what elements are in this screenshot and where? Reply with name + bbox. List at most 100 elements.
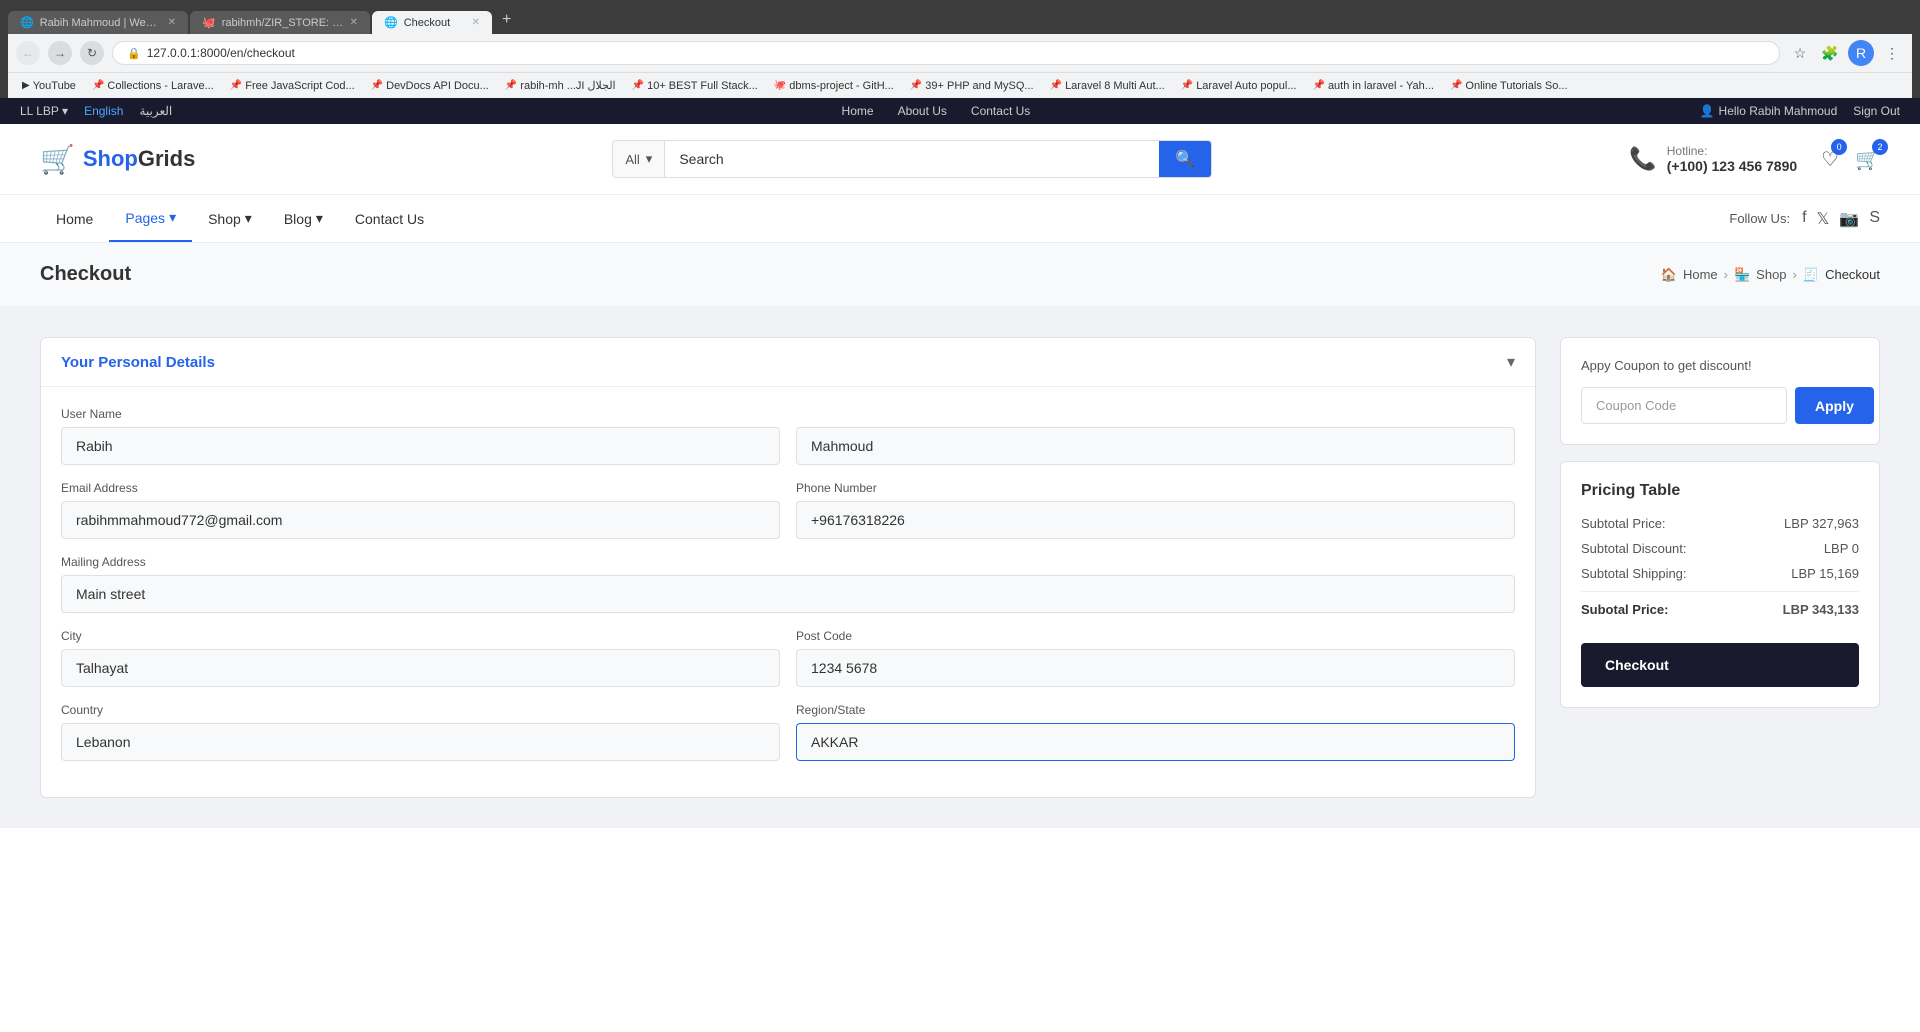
topbar-about-link[interactable]: About Us	[898, 104, 947, 118]
address-label: Mailing Address	[61, 555, 1515, 569]
subtotal-price-row: Subtotal Price: LBP 327,963	[1581, 516, 1859, 531]
lastname-input[interactable]	[796, 427, 1515, 465]
currency-selector[interactable]: LL LBP ▾	[20, 104, 68, 118]
bookmark-collections-label: Collections - Larave...	[107, 80, 213, 92]
nav-home[interactable]: Home	[40, 195, 109, 242]
tab-2-favicon: 🐙	[202, 16, 216, 29]
top-bar-right: 👤 Hello Rabih Mahmoud Sign Out	[1700, 104, 1900, 118]
country-input[interactable]	[61, 723, 780, 761]
tab-1[interactable]: 🌐 Rabih Mahmoud | Web Develop... ✕	[8, 11, 188, 34]
bookmark-button[interactable]: ☆	[1788, 41, 1812, 65]
email-phone-row: Email Address Phone Number	[61, 481, 1515, 539]
region-label: Region/State	[796, 703, 1515, 717]
bookmark-php[interactable]: 📌 39+ PHP and MySQ...	[904, 78, 1040, 94]
logo-text: ShopGrids	[83, 146, 195, 172]
form-section-title: Your Personal Details	[61, 354, 215, 371]
postcode-label: Post Code	[796, 629, 1515, 643]
checkout-button[interactable]: Checkout	[1581, 643, 1859, 687]
bookmark-laravel-multi[interactable]: 📌 Laravel 8 Multi Aut...	[1044, 78, 1171, 94]
hotline-label: Hotline:	[1667, 144, 1797, 158]
follow-us: Follow Us: f 𝕏 📷 S	[1729, 209, 1880, 229]
topbar-home-link[interactable]: Home	[842, 104, 874, 118]
back-button[interactable]: ←	[16, 41, 40, 65]
nav-pages[interactable]: Pages ▾	[109, 195, 192, 242]
page-title: Checkout	[40, 263, 131, 286]
main-content: Your Personal Details ▾ User Name	[0, 307, 1920, 828]
extensions-button[interactable]: 🧩	[1818, 41, 1842, 65]
sign-out-link[interactable]: Sign Out	[1853, 104, 1900, 118]
tab-1-close[interactable]: ✕	[168, 17, 176, 28]
bookmark-youtube[interactable]: ▶ YouTube	[16, 78, 82, 94]
site-logo[interactable]: 🛒 ShopGrids	[40, 143, 195, 176]
username-label: User Name	[61, 407, 1515, 421]
tab-3-close[interactable]: ✕	[472, 17, 480, 28]
twitter-icon[interactable]: 𝕏	[1817, 209, 1830, 229]
address-bar[interactable]: 🔒 127.0.0.1:8000/en/checkout	[112, 41, 1780, 65]
tab-3-favicon: 🌐	[384, 16, 398, 29]
bookmark-laravel-auto[interactable]: 📌 Laravel Auto popul...	[1175, 78, 1303, 94]
nav-pages-label: Pages	[125, 210, 165, 226]
bookmark-youtube-label: YouTube	[33, 80, 76, 92]
follow-us-label: Follow Us:	[1729, 211, 1790, 226]
tab-2-close[interactable]: ✕	[350, 17, 358, 28]
browser-tabs: 🌐 Rabih Mahmoud | Web Develop... ✕ 🐙 rab…	[8, 6, 1912, 34]
address-input[interactable]	[61, 575, 1515, 613]
wishlist-button[interactable]: ♡ 0	[1821, 147, 1839, 172]
breadcrumb-shop[interactable]: Shop	[1756, 267, 1786, 282]
postcode-input[interactable]	[796, 649, 1515, 687]
bookmark-fullstack[interactable]: 📌 10+ BEST Full Stack...	[626, 78, 764, 94]
tab-3[interactable]: 🌐 Checkout ✕	[372, 11, 492, 34]
cart-count: 2	[1872, 139, 1888, 155]
search-category-dropdown[interactable]: All ▾	[613, 141, 665, 177]
nav-blog[interactable]: Blog ▾	[268, 195, 339, 242]
bookmark-javascript[interactable]: 📌 Free JavaScript Cod...	[224, 78, 361, 94]
topbar-contact-link[interactable]: Contact Us	[971, 104, 1030, 118]
tab-2[interactable]: 🐙 rabihmh/ZIR_STORE: Multi vend... ✕	[190, 11, 370, 34]
country-region-row: Country Region/State	[61, 703, 1515, 761]
nav-shop[interactable]: Shop ▾	[192, 195, 268, 242]
breadcrumb-home[interactable]: Home	[1683, 267, 1718, 282]
subtotal-price-value: LBP 327,963	[1784, 516, 1859, 531]
bookmark-rabih[interactable]: 📌 rabih-mh ...JI الجلال	[499, 77, 622, 94]
laravel-multi-icon: 📌	[1050, 80, 1062, 91]
phone-input[interactable]	[796, 501, 1515, 539]
bookmark-auth[interactable]: 📌 auth in laravel - Yah...	[1306, 78, 1439, 94]
nav-contact[interactable]: Contact Us	[339, 195, 440, 242]
search-input[interactable]	[665, 141, 1159, 177]
reload-button[interactable]: ↻	[80, 41, 104, 65]
firstname-input[interactable]	[61, 427, 780, 465]
forward-button[interactable]: →	[48, 41, 72, 65]
bookmark-tutorials[interactable]: 📌 Online Tutorials So...	[1444, 78, 1574, 94]
skype-icon[interactable]: S	[1869, 209, 1880, 229]
search-button[interactable]: 🔍	[1159, 141, 1211, 177]
instagram-icon[interactable]: 📷	[1839, 209, 1859, 229]
lang-english-link[interactable]: English	[84, 104, 123, 118]
coupon-apply-button[interactable]: Apply	[1795, 387, 1874, 424]
form-section-toggle[interactable]: ▾	[1507, 352, 1515, 372]
coupon-input[interactable]	[1581, 387, 1787, 424]
city-input[interactable]	[61, 649, 780, 687]
email-input[interactable]	[61, 501, 780, 539]
browser-chrome: 🌐 Rabih Mahmoud | Web Develop... ✕ 🐙 rab…	[0, 0, 1920, 98]
region-input[interactable]	[796, 723, 1515, 761]
coupon-row: Apply	[1581, 387, 1859, 424]
subtotal-price-label: Subtotal Price:	[1581, 516, 1666, 531]
profile-button[interactable]: R	[1848, 40, 1874, 66]
header-right: 📞 Hotline: (+100) 123 456 7890 ♡ 0 🛒 2	[1629, 144, 1880, 174]
facebook-icon[interactable]: f	[1802, 209, 1806, 229]
cart-button[interactable]: 🛒 2	[1855, 147, 1880, 172]
breadcrumb: 🏠 Home › 🏪 Shop › 🧾 Checkout	[1661, 267, 1880, 283]
nav-shop-arrow: ▾	[245, 210, 252, 227]
page-header: Checkout 🏠 Home › 🏪 Shop › 🧾 Checkout	[0, 243, 1920, 307]
new-tab-button[interactable]: +	[494, 6, 519, 34]
bookmark-devdocs[interactable]: 📌 DevDocs API Docu...	[365, 78, 495, 94]
phone-group: Phone Number	[796, 481, 1515, 539]
bookmark-collections[interactable]: 📌 Collections - Larave...	[86, 78, 220, 94]
bookmark-fullstack-label: 10+ BEST Full Stack...	[647, 80, 758, 92]
pricing-title: Pricing Table	[1581, 482, 1859, 500]
lang-arabic-link[interactable]: العربية	[139, 104, 172, 118]
menu-button[interactable]: ⋮	[1880, 41, 1904, 65]
bookmark-dbms[interactable]: 🐙 dbms-project - GitH...	[768, 78, 900, 94]
breadcrumb-sep-1: ›	[1724, 267, 1728, 282]
user-greeting-text: Hello Rabih Mahmoud	[1719, 104, 1838, 118]
